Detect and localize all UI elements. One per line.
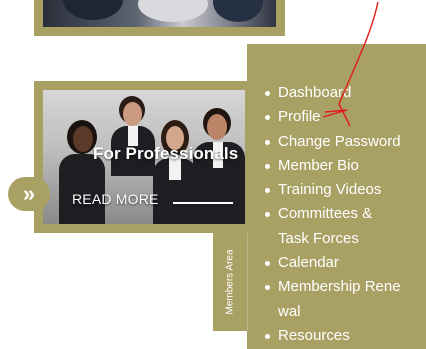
double-chevron-right-icon[interactable]: »	[8, 177, 50, 211]
menu-item-profile[interactable]: Profile	[264, 105, 424, 129]
members-area-tab[interactable]: Members Area	[213, 233, 248, 331]
read-more-underline	[173, 202, 233, 204]
professionals-card[interactable]: For Professionals READ MORE	[34, 81, 249, 233]
members-area-menu: Dashboard Profile Change Password Member…	[247, 44, 426, 349]
menu-item-member-bio[interactable]: Member Bio	[264, 154, 424, 178]
professionals-photo: For Professionals READ MORE	[43, 90, 245, 224]
menu-list: Dashboard Profile Change Password Member…	[264, 81, 424, 348]
menu-item-membership-renewal[interactable]: Membership Rene wal	[264, 275, 424, 324]
top-card-photo	[43, 0, 276, 27]
menu-item-resources[interactable]: Resources	[264, 324, 424, 348]
menu-item-change-password[interactable]: Change Password	[264, 130, 424, 154]
menu-item-training-videos[interactable]: Training Videos	[264, 178, 424, 202]
menu-item-committees[interactable]: Committees & Task Forces	[264, 202, 424, 251]
top-feature-card	[34, 0, 285, 36]
members-area-label: Members Area	[224, 249, 236, 315]
menu-item-dashboard[interactable]: Dashboard	[264, 81, 424, 105]
menu-item-calendar[interactable]: Calendar	[264, 251, 424, 275]
card-title: For Professionals	[93, 144, 239, 163]
read-more-link[interactable]: READ MORE	[72, 191, 159, 207]
